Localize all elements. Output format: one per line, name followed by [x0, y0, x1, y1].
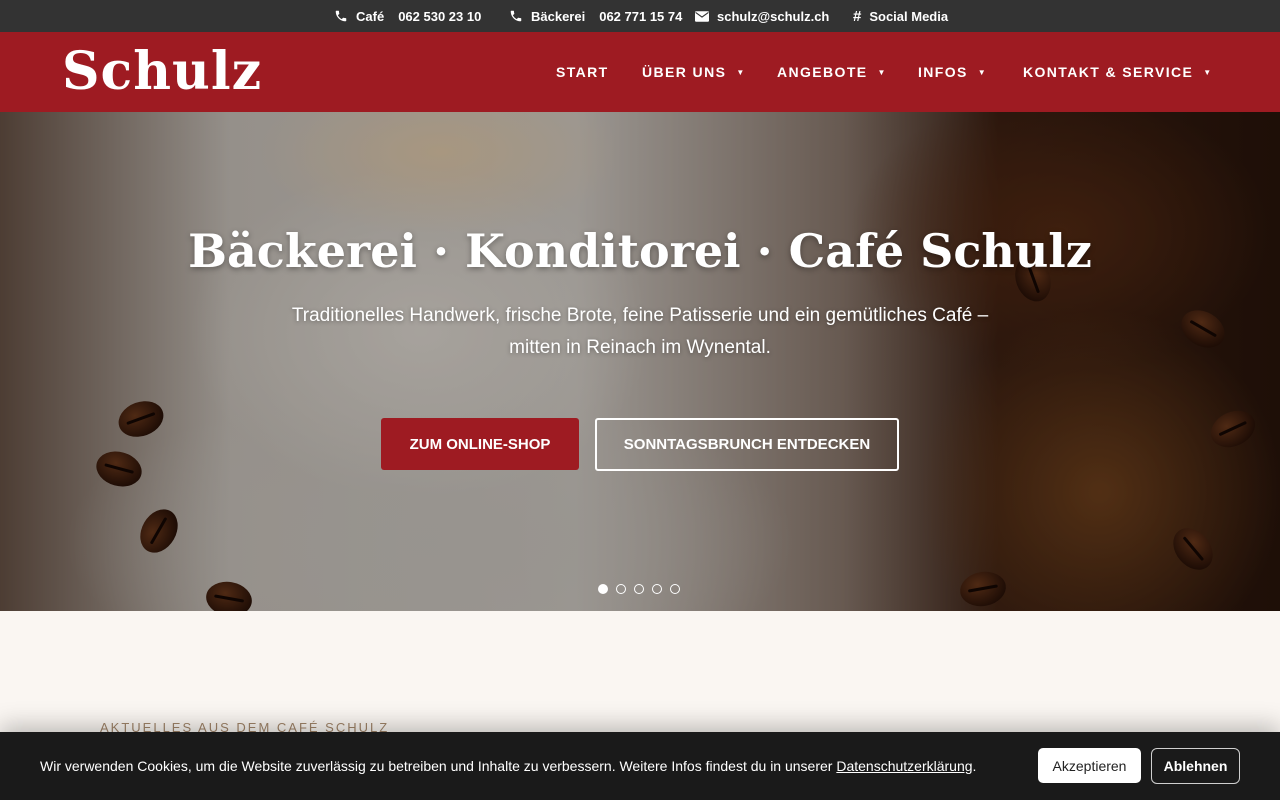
phone-icon	[335, 10, 347, 22]
slider-pagination	[598, 584, 680, 594]
hero-title: Bäckerei · Konditorei · Café Schulz	[188, 224, 1092, 278]
hero-subtitle-line: Traditionelles Handwerk, frische Brote, …	[291, 305, 989, 326]
slider-dot[interactable]	[598, 584, 608, 594]
cookie-period: .	[972, 758, 977, 774]
baeckerei-phone-link[interactable]: Bäckerei 062 771 15 74	[509, 0, 682, 32]
cafe-label: Café	[356, 8, 385, 24]
cookie-banner: Wir verwenden Cookies, um die Website zu…	[0, 732, 1280, 800]
nav-item-label: ÜBER UNS	[642, 64, 727, 80]
cookie-text: Wir verwenden Cookies, um die Website zu…	[40, 758, 837, 774]
slider-dot[interactable]	[652, 584, 662, 594]
caret-down-icon: ▼	[877, 67, 887, 77]
nav-item-infos[interactable]: INFOS ▼	[918, 32, 987, 112]
email-link[interactable]: schulz@schulz.ch	[695, 0, 829, 32]
hero-subtitle: Traditionelles Handwerk, frische Brote, …	[290, 300, 990, 364]
nav-item-label: INFOS	[918, 64, 968, 80]
hero-slider: Bäckerei · Konditorei · Café Schulz Trad…	[0, 112, 1280, 611]
caret-down-icon: ▼	[1203, 67, 1213, 77]
nav-item-label: START	[556, 64, 609, 80]
caret-down-icon: ▼	[736, 67, 746, 77]
cafe-phone-link[interactable]: Café 062 530 23 10	[334, 0, 481, 32]
nav-item-label: ANGEBOTE	[777, 64, 868, 80]
decline-cookies-button[interactable]: Ablehnen	[1151, 748, 1240, 784]
baeckerei-phone: 062 771 15 74	[599, 8, 683, 24]
phone-icon	[510, 10, 522, 22]
cafe-phone: 062 530 23 10	[398, 8, 482, 24]
slider-dot[interactable]	[634, 584, 644, 594]
logo[interactable]: Schulz	[62, 40, 262, 104]
accept-cookies-button[interactable]: Akzeptieren	[1038, 748, 1141, 783]
sonntagsbrunch-button[interactable]: SONNTAGSBRUNCH ENTDECKEN	[595, 418, 899, 471]
hero-subtitle-line: mitten in Reinach im Wynental.	[509, 337, 771, 358]
nav-item-kontakt-service[interactable]: KONTAKT & SERVICE ▼	[1023, 32, 1213, 112]
nav-item-angebote[interactable]: ANGEBOTE ▼	[777, 32, 887, 112]
contact-bar: Café 062 530 23 10 Bäckerei 062 771 15 7…	[0, 0, 1280, 32]
social-media-label: Social Media	[869, 8, 949, 24]
social-media-link[interactable]: # Social Media	[853, 0, 948, 32]
nav-item-label: KONTAKT & SERVICE	[1023, 64, 1194, 80]
caret-down-icon: ▼	[977, 67, 988, 77]
main-navigation: Schulz START ÜBER UNS ▼ ANGEBOTE ▼ INFOS…	[0, 32, 1280, 122]
privacy-policy-link[interactable]: Datenschutzerklärung	[836, 758, 972, 774]
online-shop-button[interactable]: ZUM ONLINE-SHOP	[381, 418, 579, 470]
slider-dot[interactable]	[670, 584, 680, 594]
cookie-message: Wir verwenden Cookies, um die Website zu…	[40, 732, 976, 800]
baeckerei-label: Bäckerei	[531, 8, 586, 24]
envelope-icon	[695, 10, 709, 22]
email-address: schulz@schulz.ch	[717, 8, 830, 24]
hashtag-icon: #	[853, 7, 862, 25]
slider-dot[interactable]	[616, 584, 626, 594]
nav-item-ueber-uns[interactable]: ÜBER UNS ▼	[642, 32, 746, 112]
nav-item-start[interactable]: START	[556, 32, 609, 112]
